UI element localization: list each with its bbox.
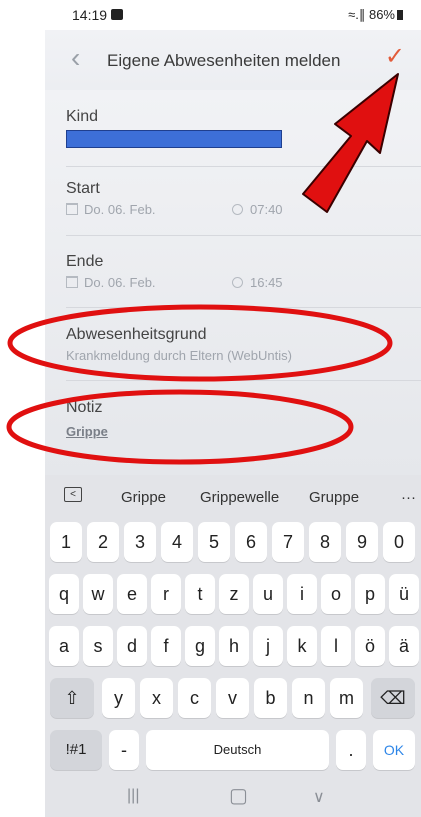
nav-back-icon[interactable]: ∨ — [313, 787, 325, 807]
suggestion-item[interactable]: Grippe — [121, 489, 166, 506]
note-input[interactable]: Grippe — [66, 424, 108, 439]
divider — [66, 166, 421, 167]
clock-icon — [232, 204, 243, 215]
start-time[interactable]: 07:40 — [232, 202, 283, 217]
status-indicators: ≈.∥ 86% — [348, 7, 403, 23]
key-8[interactable]: 8 — [309, 522, 341, 562]
backspace-icon[interactable]: ⌫ — [371, 678, 415, 718]
key-p[interactable]: p — [355, 574, 385, 614]
navigation-bar: ||| ▢ ∨ — [45, 777, 421, 817]
key-row-3: ⇧ ⌫ yxcvbnm — [45, 678, 421, 722]
key-s[interactable]: s — [83, 626, 113, 666]
key-row-bottom: !#1 - Deutsch . OK — [45, 730, 421, 774]
key-x[interactable]: x — [140, 678, 173, 718]
key-2[interactable]: 2 — [87, 522, 119, 562]
start-date[interactable]: Do. 06. Feb. — [66, 202, 156, 217]
checkmark-icon[interactable]: ✓ — [385, 42, 405, 71]
shift-icon[interactable]: ⇧ — [50, 678, 94, 718]
key-ä[interactable]: ä — [389, 626, 419, 666]
end-time-text: 16:45 — [250, 275, 283, 290]
chevron-left-icon[interactable]: ‹ — [71, 44, 80, 72]
divider — [66, 307, 421, 308]
ok-key[interactable]: OK — [373, 730, 415, 770]
page-title: Eigene Abwesenheiten melden — [107, 51, 341, 70]
dash-key[interactable]: - — [109, 730, 139, 770]
battery-icon — [397, 10, 403, 20]
signal-battery-text: ≈.∥ 86% — [348, 7, 395, 22]
key-1[interactable]: 1 — [50, 522, 82, 562]
key-i[interactable]: i — [287, 574, 317, 614]
period-key[interactable]: . — [336, 730, 366, 770]
start-time-text: 07:40 — [250, 202, 283, 217]
recents-icon[interactable]: ||| — [127, 787, 139, 805]
redacted-child-name — [66, 130, 282, 148]
key-ü[interactable]: ü — [389, 574, 419, 614]
end-label: Ende — [66, 253, 104, 270]
suggestion-bar: < Grippe Grippewelle Gruppe ··· — [45, 475, 421, 519]
more-suggestions-icon[interactable]: ··· — [401, 489, 416, 506]
key-row-2: asdfghjklöä — [45, 626, 421, 670]
app-header: ‹ Eigene Abwesenheiten melden ✓ — [45, 30, 421, 90]
key-w[interactable]: w — [83, 574, 113, 614]
key-h[interactable]: h — [219, 626, 249, 666]
end-date-text: Do. 06. Feb. — [84, 275, 156, 290]
key-v[interactable]: v — [216, 678, 249, 718]
calendar-icon — [66, 276, 78, 288]
suggestion-item[interactable]: Grippewelle — [200, 489, 279, 506]
child-label: Kind — [66, 108, 99, 125]
space-key[interactable]: Deutsch — [146, 730, 329, 770]
key-o[interactable]: o — [321, 574, 351, 614]
key-ö[interactable]: ö — [355, 626, 385, 666]
key-row-numbers: 1234567890 — [45, 522, 421, 566]
key-c[interactable]: c — [178, 678, 211, 718]
divider — [66, 235, 421, 236]
clock-icon — [232, 277, 243, 288]
key-e[interactable]: e — [117, 574, 147, 614]
note-label: Notiz — [66, 399, 103, 416]
reason-value: Krankmeldung durch Eltern (WebUntis) — [66, 348, 292, 363]
calendar-icon — [66, 203, 78, 215]
key-k[interactable]: k — [287, 626, 317, 666]
key-y[interactable]: y — [102, 678, 135, 718]
keyboard-collapse-icon[interactable]: < — [64, 487, 82, 502]
end-time[interactable]: 16:45 — [232, 275, 283, 290]
key-row-1: qwertzuiopü — [45, 574, 421, 618]
suggestion-item[interactable]: Gruppe — [309, 489, 359, 506]
key-n[interactable]: n — [292, 678, 325, 718]
key-9[interactable]: 9 — [346, 522, 378, 562]
key-z[interactable]: z — [219, 574, 249, 614]
reason-label: Abwesenheitsgrund — [66, 326, 207, 343]
key-u[interactable]: u — [253, 574, 283, 614]
key-q[interactable]: q — [49, 574, 79, 614]
key-l[interactable]: l — [321, 626, 351, 666]
key-3[interactable]: 3 — [124, 522, 156, 562]
key-m[interactable]: m — [330, 678, 363, 718]
gallery-icon — [111, 9, 123, 20]
start-label: Start — [66, 180, 100, 197]
key-r[interactable]: r — [151, 574, 181, 614]
key-5[interactable]: 5 — [198, 522, 230, 562]
status-bar: 14:19 ≈.∥ 86% — [45, 0, 421, 30]
start-date-text: Do. 06. Feb. — [84, 202, 156, 217]
key-0[interactable]: 0 — [383, 522, 415, 562]
onscreen-keyboard: < Grippe Grippewelle Gruppe ··· 12345678… — [45, 475, 421, 817]
key-4[interactable]: 4 — [161, 522, 193, 562]
divider — [66, 380, 421, 381]
key-b[interactable]: b — [254, 678, 287, 718]
symbols-key[interactable]: !#1 — [50, 730, 102, 770]
phone-screen: 14:19 ≈.∥ 86% ‹ Eigene Abwesenheiten mel… — [45, 0, 421, 817]
key-a[interactable]: a — [49, 626, 79, 666]
home-icon[interactable]: ▢ — [229, 783, 248, 808]
end-date[interactable]: Do. 06. Feb. — [66, 275, 156, 290]
key-t[interactable]: t — [185, 574, 215, 614]
key-g[interactable]: g — [185, 626, 215, 666]
key-7[interactable]: 7 — [272, 522, 304, 562]
key-f[interactable]: f — [151, 626, 181, 666]
key-d[interactable]: d — [117, 626, 147, 666]
status-time: 14:19 — [72, 7, 108, 23]
key-j[interactable]: j — [253, 626, 283, 666]
key-6[interactable]: 6 — [235, 522, 267, 562]
